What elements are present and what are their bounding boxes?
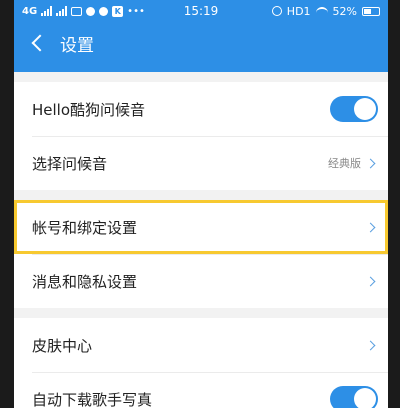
clock: 15:19 [183, 4, 219, 18]
setting-label: 消息和隐私设置 [32, 272, 138, 291]
setting-account-binding[interactable]: 帐号和绑定设置 [14, 200, 388, 254]
setting-label: 皮肤中心 [32, 336, 93, 355]
section-gap [14, 308, 388, 318]
chat-notification-icon [99, 6, 109, 16]
nav-bar: 设置 [14, 22, 388, 64]
chevron-right-icon [365, 276, 376, 286]
section-gap [14, 190, 388, 200]
chevron-right-icon [365, 222, 376, 232]
page-title: 设置 [60, 35, 94, 56]
setting-auto-download-photo[interactable]: 自动下载歌手写真 [14, 372, 388, 408]
network-type: 4G [22, 5, 38, 17]
back-arrow-icon[interactable] [31, 34, 49, 52]
chevron-right-icon [365, 340, 376, 350]
phone-screen: 4G K ••• 15:19 HD1 52% 设置 Hello酷狗问候音 选择问… [14, 0, 388, 408]
video-notification-icon [71, 6, 83, 16]
hd-indicator: HD1 [286, 4, 311, 18]
signal-icon [41, 6, 53, 16]
more-notifications-icon: ••• [127, 5, 145, 17]
device-bezel-right [388, 0, 400, 408]
setting-message-privacy[interactable]: 消息和隐私设置 [14, 254, 388, 308]
setting-label: 帐号和绑定设置 [32, 218, 138, 237]
setting-choose-greeting[interactable]: 选择问候音 经典版 [14, 136, 388, 190]
status-bar: 4G K ••• 15:19 HD1 52% [14, 0, 388, 22]
setting-value: 经典版 [328, 157, 361, 170]
device-bezel-left [0, 0, 14, 408]
battery-percent: 52% [332, 4, 357, 18]
auto-download-toggle[interactable] [330, 386, 378, 408]
greeting-sound-toggle[interactable] [330, 96, 378, 122]
setting-label: 自动下载歌手写真 [32, 390, 153, 408]
battery-icon [362, 6, 380, 16]
header: 4G K ••• 15:19 HD1 52% 设置 [14, 0, 388, 72]
chevron-right-icon [365, 158, 376, 168]
setting-label: 选择问候音 [32, 154, 108, 173]
k-notification-icon: K [112, 5, 124, 17]
setting-label: Hello酷狗问候音 [32, 100, 146, 119]
section-gap [14, 72, 388, 82]
setting-skin-center[interactable]: 皮肤中心 [14, 318, 388, 372]
setting-greeting-sound[interactable]: Hello酷狗问候音 [14, 82, 388, 136]
message-notification-icon [86, 6, 96, 16]
wifi-icon [315, 6, 328, 16]
alarm-icon [271, 6, 282, 16]
signal-icon-2 [56, 6, 68, 16]
